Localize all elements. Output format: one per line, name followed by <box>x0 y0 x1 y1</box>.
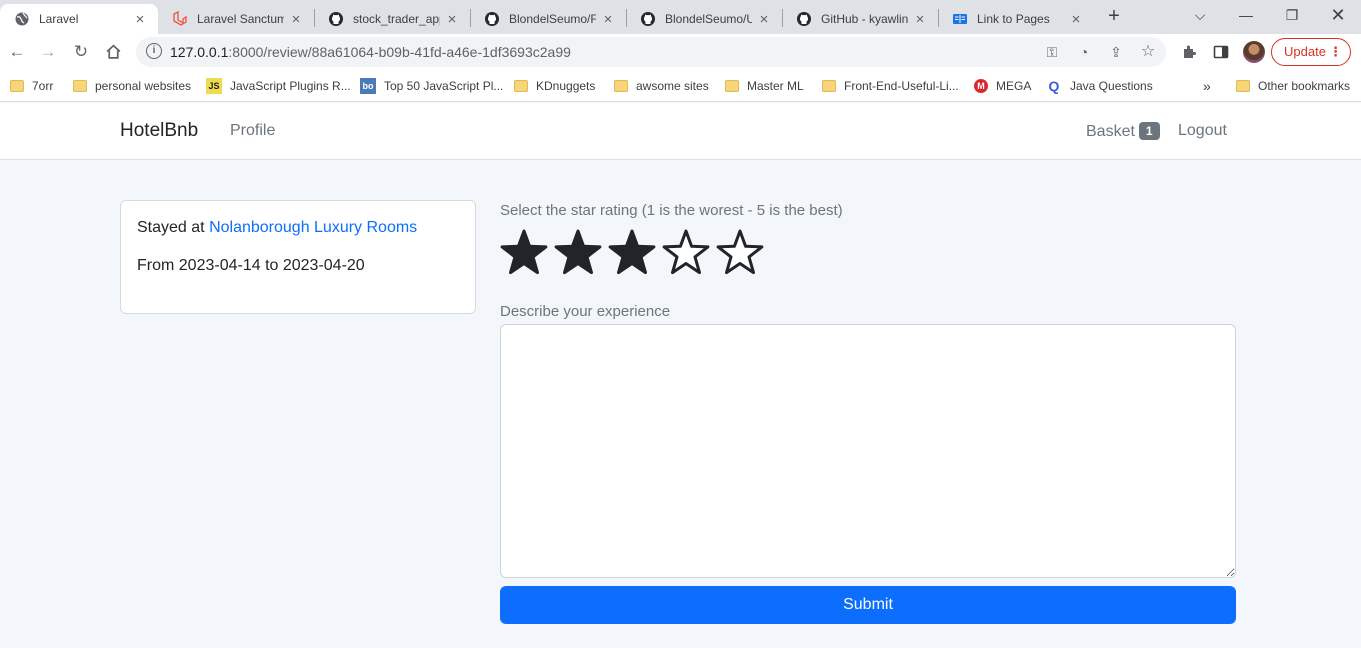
bookmark-item[interactable]: Master ML <box>725 76 804 96</box>
browser-tab-bar: Laravel × Laravel Sanctum × stock_trader… <box>0 0 1361 34</box>
folder-icon <box>1236 80 1250 92</box>
browser-toolbar: ← → ↻ i 127.0.0.1:8000/review/88a61064-b… <box>0 34 1361 70</box>
submit-button[interactable]: Submit <box>500 586 1236 624</box>
close-icon[interactable]: × <box>132 11 148 28</box>
tab-stock-trader-app[interactable]: stock_trader_app × <box>314 4 470 34</box>
logout-link[interactable]: Logout <box>1178 122 1227 140</box>
tab-github-kyawlin[interactable]: GitHub - kyawlin × <box>782 4 938 34</box>
forward-button[interactable]: → <box>36 40 60 64</box>
tab-blondelseumo-fr[interactable]: BlondelSeumo/Fr × <box>470 4 626 34</box>
github-icon <box>485 12 499 26</box>
github-icon <box>797 12 811 26</box>
home-icon <box>106 44 120 59</box>
address-url[interactable]: 127.0.0.1:8000/review/88a61064-b09b-41fd… <box>170 44 571 60</box>
close-icon[interactable]: × <box>912 11 928 28</box>
stay-hotel-line: Stayed at Nolanborough Luxury Rooms <box>137 219 418 236</box>
more-menu-icon: ⋮ <box>1329 44 1342 59</box>
experience-textarea[interactable] <box>500 324 1236 578</box>
github-icon <box>329 12 343 26</box>
bookmarks-overflow-button[interactable]: » <box>1203 76 1211 96</box>
laravel-icon <box>173 11 187 26</box>
bookmark-item[interactable]: bo Top 50 JavaScript Pl... <box>360 76 503 96</box>
folder-icon <box>73 80 87 92</box>
experience-label: Describe your experience <box>500 303 671 320</box>
star-empty-icon[interactable] <box>714 227 766 279</box>
performance-icon[interactable]: ◔ <box>1074 42 1094 62</box>
close-icon[interactable]: × <box>600 11 616 28</box>
tab-laravel-sanctum[interactable]: Laravel Sanctum × <box>158 4 314 34</box>
review-form: Select the star rating (1 is the worest … <box>500 202 1236 624</box>
globe-icon <box>15 12 29 26</box>
star-filled-icon[interactable] <box>552 227 604 279</box>
mega-icon: M <box>974 79 988 93</box>
update-button[interactable]: Update ⋮ <box>1271 38 1351 66</box>
bookmarks-bar: 7orr personal websites JS JavaScript Plug… <box>0 70 1361 102</box>
folder-icon <box>10 80 24 92</box>
back-button[interactable]: ← <box>5 40 29 64</box>
minimize-button[interactable]: — <box>1231 4 1261 26</box>
star-empty-icon[interactable] <box>660 227 712 279</box>
side-panel-icon[interactable] <box>1209 40 1233 64</box>
tab-search-chevron-icon[interactable]: ⌵ <box>1185 4 1215 26</box>
tab-link-to-pages[interactable]: Link to Pages × <box>938 4 1094 34</box>
bookmark-item[interactable]: awsome sites <box>614 76 709 96</box>
other-bookmarks[interactable]: Other bookmarks <box>1236 76 1350 96</box>
reload-button[interactable]: ↻ <box>69 40 93 64</box>
js-icon: JS <box>206 78 222 94</box>
star-filled-icon[interactable] <box>498 227 550 279</box>
bookmark-item[interactable]: Q Java Questions <box>1046 76 1153 96</box>
stay-dates: From 2023-04-14 to 2023-04-20 <box>137 257 365 274</box>
bookmark-item[interactable]: 7orr <box>10 76 53 96</box>
home-button[interactable] <box>101 40 125 64</box>
stay-card: Stayed at Nolanborough Luxury Rooms From… <box>120 200 476 314</box>
basket-link[interactable]: Basket 1 <box>1086 122 1160 141</box>
book-icon <box>953 14 967 24</box>
share-icon[interactable]: ⇪ <box>1106 42 1126 62</box>
close-icon[interactable]: × <box>288 11 304 28</box>
brand-link[interactable]: HotelBnb <box>120 120 198 142</box>
restore-button[interactable]: ❐ <box>1277 4 1307 26</box>
close-icon[interactable]: × <box>756 11 772 28</box>
site-info-icon[interactable]: i <box>146 43 162 59</box>
folder-icon <box>725 80 739 92</box>
bookmark-item[interactable]: M MEGA <box>974 76 1031 96</box>
close-icon[interactable]: × <box>444 11 460 28</box>
basket-count-badge: 1 <box>1138 122 1160 140</box>
address-bar[interactable]: i 127.0.0.1:8000/review/88a61064-b09b-41… <box>136 37 1166 67</box>
bookmark-item[interactable]: personal websites <box>73 76 191 96</box>
rating-label: Select the star rating (1 is the worest … <box>500 202 843 219</box>
folder-icon <box>514 80 528 92</box>
profile-link[interactable]: Profile <box>230 122 275 140</box>
star-rating <box>498 227 1236 279</box>
folder-icon <box>614 80 628 92</box>
hotel-link[interactable]: Nolanborough Luxury Rooms <box>209 219 417 236</box>
bookmark-item[interactable]: Front-End-Useful-Li... <box>822 76 959 96</box>
key-icon[interactable]: ⚿ <box>1042 42 1062 62</box>
new-tab-button[interactable]: + <box>1103 5 1125 27</box>
avatar[interactable] <box>1243 41 1265 63</box>
bookmark-star-icon[interactable]: ☆ <box>1138 42 1158 62</box>
tab-blondelseumo-u[interactable]: BlondelSeumo/U × <box>626 4 782 34</box>
close-icon[interactable]: × <box>1068 11 1084 28</box>
bookmark-item[interactable]: JS JavaScript Plugins R... <box>206 76 351 96</box>
star-filled-icon[interactable] <box>606 227 658 279</box>
extensions-icon[interactable] <box>1177 40 1201 64</box>
bookmark-item[interactable]: KDnuggets <box>514 76 595 96</box>
folder-icon <box>822 80 836 92</box>
tab-laravel[interactable]: Laravel × <box>0 4 158 34</box>
bo-icon: bo <box>360 78 376 94</box>
site-navbar: HotelBnb Profile Basket 1 Logout <box>0 103 1361 160</box>
close-window-button[interactable]: ✕ <box>1323 4 1353 26</box>
github-icon <box>641 12 655 26</box>
q-icon: Q <box>1048 78 1060 94</box>
